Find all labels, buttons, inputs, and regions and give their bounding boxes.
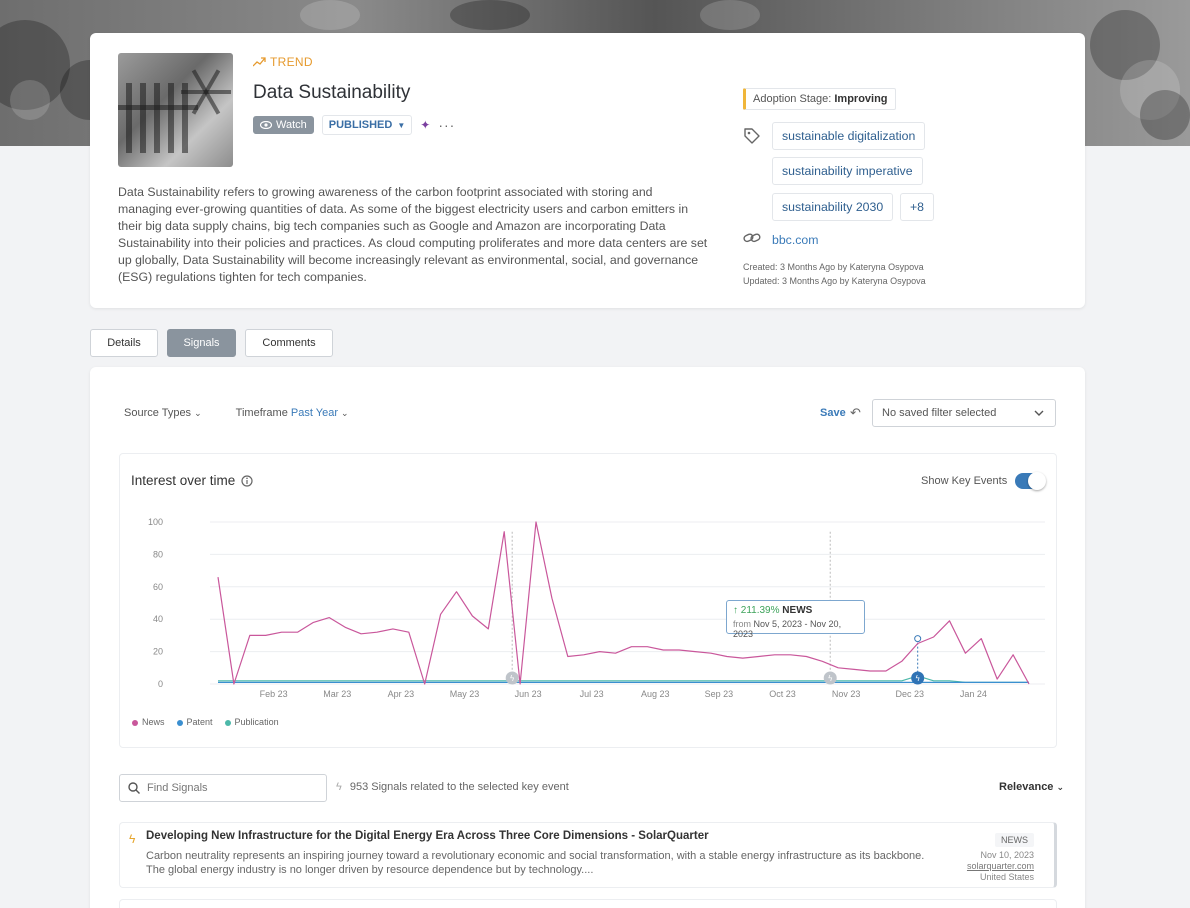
- chevron-down-icon: ⌄: [341, 408, 349, 418]
- saved-filter-select[interactable]: No saved filter selected: [872, 399, 1056, 427]
- tag-icon: [744, 128, 760, 144]
- trend-thumbnail: [118, 53, 233, 167]
- link-icon: [743, 233, 761, 243]
- sort-dropdown[interactable]: Relevance ⌄: [999, 781, 1064, 793]
- trending-up-icon: [253, 57, 266, 67]
- key-event-anchor: [914, 635, 922, 643]
- legend-label: News: [142, 717, 165, 727]
- source-link[interactable]: bbc.com: [772, 233, 818, 247]
- created-info: Created: 3 Months Ago by Kateryna Osypov…: [743, 262, 924, 272]
- signals-count: ϟ 953 Signals related to the selected ke…: [336, 781, 569, 793]
- page-title: Data Sustainability: [253, 82, 411, 103]
- y-tick-label: 80: [153, 549, 163, 559]
- legend-swatch: [132, 719, 138, 726]
- signal-card[interactable]: ϟ Developing New Infrastructure for the …: [119, 822, 1057, 888]
- chart-legend: News Patent Publication: [132, 717, 279, 727]
- bolt-icon: ϟ: [510, 674, 515, 683]
- signal-date: Nov 10, 2023: [980, 850, 1034, 860]
- search-icon: [128, 782, 140, 794]
- watch-button[interactable]: Watch: [253, 116, 314, 134]
- search-input[interactable]: [147, 782, 317, 794]
- x-tick-label: Nov 23: [832, 689, 861, 699]
- y-tick-label: 60: [153, 582, 163, 592]
- save-filter-button[interactable]: Save: [820, 407, 846, 419]
- y-tick-label: 100: [148, 517, 163, 527]
- tag-chip[interactable]: sustainable digitalization: [772, 122, 926, 150]
- chevron-down-icon: [1034, 410, 1044, 416]
- x-tick-label: Apr 23: [388, 689, 415, 699]
- tag-chip[interactable]: sustainability imperative: [772, 157, 923, 185]
- y-tick-label: 40: [153, 614, 163, 624]
- x-tick-label: Dec 23: [895, 689, 924, 699]
- legend-label: Patent: [186, 717, 213, 727]
- signal-type-badge: NEWS: [995, 833, 1034, 847]
- legend-swatch: [176, 719, 183, 726]
- tab-details[interactable]: Details: [90, 329, 158, 357]
- y-tick-label: 0: [158, 679, 163, 689]
- x-tick-label: Oct 23: [769, 689, 796, 699]
- caret-down-icon: ▼: [397, 120, 406, 130]
- more-tags-chip[interactable]: +8: [900, 193, 935, 221]
- tab-bar: Details Signals Comments: [90, 329, 333, 357]
- chevron-down-icon: ⌄: [1056, 782, 1065, 792]
- legend-item[interactable]: News: [132, 717, 165, 727]
- updated-info: Updated: 3 Months Ago by Kateryna Osypov…: [743, 276, 926, 286]
- legend-item[interactable]: Patent: [176, 717, 213, 727]
- series-line-news: [217, 521, 1030, 685]
- series-line-publication: [218, 675, 1029, 683]
- adoption-stage-badge: Adoption Stage: Improving: [743, 88, 896, 110]
- trend-type-label: TREND: [253, 55, 313, 69]
- chevron-down-icon: ⌄: [194, 408, 202, 418]
- trend-header-card: TREND Data Sustainability Watch PUBLISHE…: [90, 33, 1085, 308]
- timeframe-dropdown[interactable]: Timeframe Past Year ⌄: [236, 407, 349, 419]
- signal-country: United States: [979, 872, 1034, 882]
- interest-chart: Interest over time Show Key Events 0 20 40…: [119, 453, 1057, 748]
- source-types-dropdown[interactable]: Source Types ⌄: [124, 407, 202, 419]
- signal-card[interactable]: [119, 899, 1057, 908]
- x-tick-label: Jan 24: [960, 689, 987, 699]
- tag-chip[interactable]: sustainability 2030: [772, 193, 894, 221]
- bolt-icon: ϟ: [828, 674, 833, 683]
- x-tick-label: Jun 23: [515, 689, 542, 699]
- bolt-icon: ϟ: [336, 781, 342, 793]
- legend-item[interactable]: Publication: [224, 717, 279, 727]
- undo-icon[interactable]: ↶: [850, 405, 861, 421]
- line-chart-plot: 0 20 40 60 80 100 Feb 23 Mar 23 Apr 23 May 23 Jun …: [148, 517, 1045, 699]
- x-tick-label: May 23: [450, 689, 480, 699]
- signal-source-link[interactable]: solarquarter.com: [967, 861, 1034, 871]
- x-tick-label: Aug 23: [641, 689, 670, 699]
- signal-snippet: Carbon neutrality represents an inspirin…: [146, 850, 925, 876]
- more-options-icon[interactable]: ···: [438, 117, 455, 133]
- legend-swatch: [224, 719, 231, 726]
- x-tick-label: Sep 23: [705, 689, 734, 699]
- legend-label: Publication: [234, 717, 279, 727]
- y-tick-label: 20: [153, 647, 163, 657]
- trend-description: Data Sustainability refers to growing aw…: [118, 185, 708, 284]
- x-tick-label: Jul 23: [580, 689, 604, 699]
- bolt-icon: ϟ: [915, 674, 920, 683]
- x-tick-label: Feb 23: [260, 689, 288, 699]
- eye-icon: [260, 121, 272, 129]
- signal-title[interactable]: Developing New Infrastructure for the Di…: [146, 830, 709, 842]
- bolt-icon: ϟ: [129, 832, 136, 846]
- signals-panel: Source Types ⌄ Timeframe Past Year ⌄ Sav…: [90, 367, 1085, 908]
- sparkles-icon[interactable]: ✦: [420, 118, 430, 132]
- x-tick-label: Mar 23: [323, 689, 351, 699]
- tab-signals[interactable]: Signals: [167, 329, 236, 357]
- status-dropdown[interactable]: PUBLISHED ▼: [321, 115, 413, 135]
- chart-tooltip: ↑ 211.39% NEWS from Nov 5, 2023 - Nov 20…: [726, 600, 865, 639]
- find-signals-search[interactable]: [119, 774, 327, 802]
- tab-comments[interactable]: Comments: [245, 329, 333, 357]
